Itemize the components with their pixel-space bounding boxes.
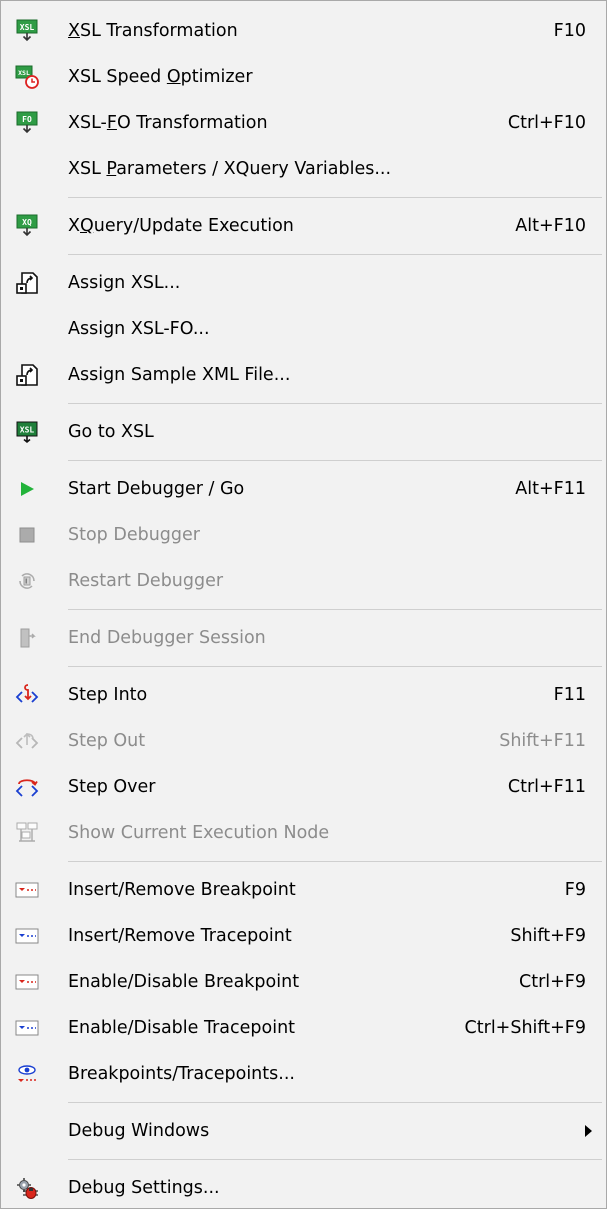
menu-items: XSL XSL Transformation F10 XSL XSL Speed Opt… bbox=[1, 8, 606, 1211]
execution-node-icon bbox=[15, 821, 39, 845]
menu-item-start-debugger-go[interactable]: Start Debugger / Go Alt+F11 bbox=[1, 466, 606, 512]
menu-item-xsl-fo-transformation[interactable]: FO XSL-FO Transformation Ctrl+F10 bbox=[1, 100, 606, 146]
shortcut-key: Ctrl+Shift+F9 bbox=[464, 1018, 586, 1038]
menu-item-go-to-xsl[interactable]: XSL Go to XSL bbox=[1, 409, 606, 455]
menu-separator bbox=[1, 1097, 606, 1108]
menu-item-breakpoints-tracepoints[interactable]: Breakpoints/Tracepoints... bbox=[1, 1051, 606, 1097]
menu-separator bbox=[1, 856, 606, 867]
shortcut-key: Shift+F11 bbox=[499, 731, 586, 751]
svg-text:XSL: XSL bbox=[20, 426, 35, 435]
shortcut-key: Ctrl+F9 bbox=[518, 972, 586, 992]
menu-item-end-debugger-session: End Debugger Session bbox=[1, 615, 606, 661]
menu-item-label: Step Into bbox=[68, 685, 148, 705]
menu-item-label: XSL Parameters / XQuery Variables... bbox=[68, 159, 392, 179]
shortcut-key: Alt+F10 bbox=[515, 216, 586, 236]
menu-separator bbox=[1, 398, 606, 409]
shortcut-key: Alt+F11 bbox=[515, 479, 586, 499]
menu-item-label: Stop Debugger bbox=[68, 525, 200, 545]
menu-item-label: Enable/Disable Tracepoint bbox=[68, 1018, 296, 1038]
menu-item-assign-sample-xml-file[interactable]: Assign Sample XML File... bbox=[1, 352, 606, 398]
tracepoint-icon bbox=[15, 924, 39, 948]
svg-text:XSL: XSL bbox=[20, 23, 35, 32]
stop-icon bbox=[15, 523, 39, 547]
shortcut-key: F10 bbox=[553, 21, 586, 41]
play-icon bbox=[15, 477, 39, 501]
assign-file-icon bbox=[15, 271, 39, 295]
menu-item-assign-xsl-fo[interactable]: Assign XSL-FO... bbox=[1, 306, 606, 352]
restart-icon bbox=[15, 569, 39, 593]
tracepoint-icon bbox=[15, 1016, 39, 1040]
shortcut-key: Shift+F9 bbox=[510, 926, 586, 946]
menu-item-restart-debugger: Restart Debugger bbox=[1, 558, 606, 604]
step-out-icon bbox=[15, 729, 39, 753]
menu-item-stop-debugger: Stop Debugger bbox=[1, 512, 606, 558]
debug-settings-icon bbox=[15, 1176, 39, 1200]
step-into-icon bbox=[15, 683, 39, 707]
menu-item-insert-remove-breakpoint[interactable]: Insert/Remove Breakpoint F9 bbox=[1, 867, 606, 913]
menu-separator bbox=[1, 661, 606, 672]
shortcut-key: F11 bbox=[553, 685, 586, 705]
menu-separator bbox=[1, 192, 606, 203]
assign-file-icon bbox=[15, 363, 39, 387]
menu-item-label: Assign XSL... bbox=[68, 273, 181, 293]
menu-item-enable-disable-tracepoint[interactable]: Enable/Disable Tracepoint Ctrl+Shift+F9 bbox=[1, 1005, 606, 1051]
menu-item-label: Step Over bbox=[68, 777, 156, 797]
xsl-speed-optimizer-icon: XSL bbox=[15, 65, 39, 89]
menu-item-label: Debug Windows bbox=[68, 1121, 210, 1141]
step-over-icon bbox=[15, 775, 39, 799]
menu-separator bbox=[1, 249, 606, 260]
xquery-execution-icon: XQ bbox=[15, 214, 39, 238]
breakpoint-icon bbox=[15, 970, 39, 994]
menu-item-label: Restart Debugger bbox=[68, 571, 224, 591]
svg-text:XSL: XSL bbox=[18, 69, 30, 77]
menu-separator bbox=[1, 455, 606, 466]
xsl-transform-icon: XSL bbox=[15, 19, 39, 43]
menu-item-label: Start Debugger / Go bbox=[68, 479, 245, 499]
menu-item-label: XSL Speed Optimizer bbox=[68, 67, 253, 87]
menu-item-label: Assign Sample XML File... bbox=[68, 365, 291, 385]
menu-item-label: Insert/Remove Tracepoint bbox=[68, 926, 292, 946]
shortcut-key: F9 bbox=[564, 880, 586, 900]
svg-text:XQ: XQ bbox=[22, 218, 32, 227]
end-session-icon bbox=[15, 626, 39, 650]
menu-item-label: XQuery/Update Execution bbox=[68, 216, 294, 236]
menu-separator bbox=[1, 604, 606, 615]
menu-item-xsl-speed-optimizer[interactable]: XSL XSL Speed Optimizer bbox=[1, 54, 606, 100]
menu-item-insert-remove-tracepoint[interactable]: Insert/Remove Tracepoint Shift+F9 bbox=[1, 913, 606, 959]
menu-item-debug-windows[interactable]: Debug Windows bbox=[1, 1108, 606, 1154]
xsl-debug-menu: XSL XSL Transformation F10 XSL XSL Speed Opt… bbox=[0, 0, 607, 1209]
go-to-xsl-icon: XSL bbox=[15, 420, 39, 444]
menu-item-step-over[interactable]: Step Over Ctrl+F11 bbox=[1, 764, 606, 810]
menu-item-label: Go to XSL bbox=[68, 422, 154, 442]
menu-item-label: Debug Settings... bbox=[68, 1178, 220, 1198]
menu-item-label: Breakpoints/Tracepoints... bbox=[68, 1064, 295, 1084]
shortcut-key: Ctrl+F10 bbox=[507, 113, 586, 133]
menu-separator bbox=[1, 1154, 606, 1165]
menu-item-label: Step Out bbox=[68, 731, 146, 751]
menu-item-xsl-transformation[interactable]: XSL XSL Transformation F10 bbox=[1, 8, 606, 54]
menu-item-label: Assign XSL-FO... bbox=[68, 319, 210, 339]
menu-item-label: XSL Transformation bbox=[68, 21, 238, 41]
breakpoint-icon bbox=[15, 878, 39, 902]
menu-item-xsl-parameters-xquery-variables[interactable]: XSL Parameters / XQuery Variables... bbox=[1, 146, 606, 192]
submenu-arrow-icon bbox=[585, 1125, 592, 1137]
shortcut-key: Ctrl+F11 bbox=[507, 777, 586, 797]
menu-item-xquery-update-execution[interactable]: XQ XQuery/Update Execution Alt+F10 bbox=[1, 203, 606, 249]
xsl-fo-transform-icon: FO bbox=[15, 111, 39, 135]
menu-item-debug-settings[interactable]: Debug Settings... bbox=[1, 1165, 606, 1211]
breakpoints-dialog-icon bbox=[15, 1062, 39, 1086]
menu-item-enable-disable-breakpoint[interactable]: Enable/Disable Breakpoint Ctrl+F9 bbox=[1, 959, 606, 1005]
menu-item-label: End Debugger Session bbox=[68, 628, 266, 648]
menu-item-label: XSL-FO Transformation bbox=[68, 113, 268, 133]
svg-text:FO: FO bbox=[22, 115, 32, 124]
menu-item-label: Enable/Disable Breakpoint bbox=[68, 972, 300, 992]
menu-item-step-out: Step Out Shift+F11 bbox=[1, 718, 606, 764]
menu-item-step-into[interactable]: Step Into F11 bbox=[1, 672, 606, 718]
menu-item-show-current-execution-node: Show Current Execution Node bbox=[1, 810, 606, 856]
menu-item-assign-xsl[interactable]: Assign XSL... bbox=[1, 260, 606, 306]
menu-item-label: Insert/Remove Breakpoint bbox=[68, 880, 296, 900]
menu-item-label: Show Current Execution Node bbox=[68, 823, 330, 843]
